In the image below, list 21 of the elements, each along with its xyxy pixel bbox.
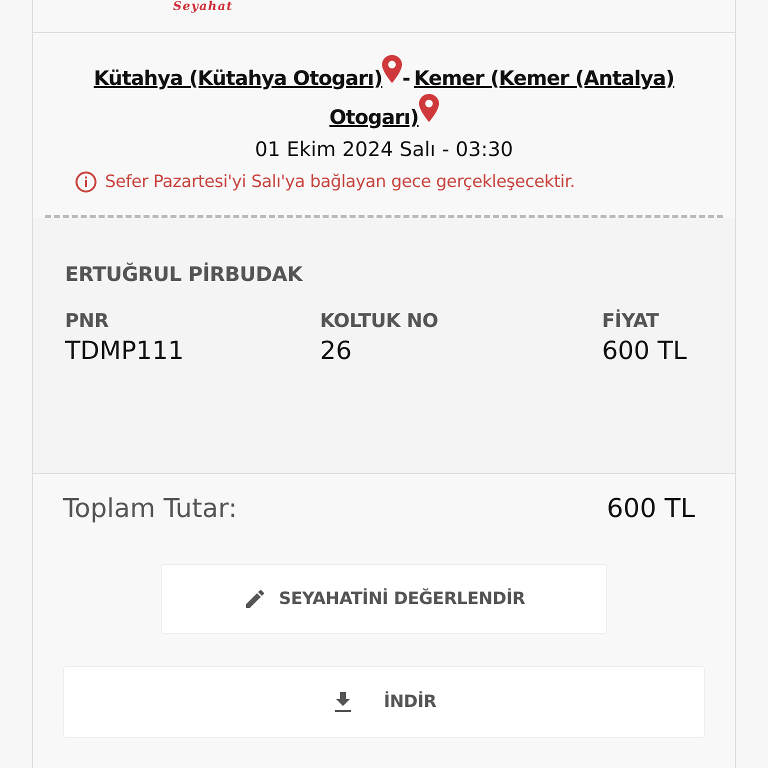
departure-date: 01 Ekim 2024 Salı - 03:30 xyxy=(254,137,514,161)
info-icon xyxy=(75,171,97,193)
logo-text: Seyahat xyxy=(173,0,234,12)
origin-link[interactable]: Kütahya (Kütahya Otogarı) xyxy=(94,66,382,90)
field-value: 600 TL xyxy=(602,336,688,365)
field-label: FİYAT xyxy=(602,310,660,332)
total-label: Toplam Tutar: xyxy=(63,494,238,524)
destination-link[interactable]: Kemer (Kemer (Antalya) xyxy=(414,66,674,90)
download-button[interactable]: İNDİR xyxy=(63,666,705,738)
notice-text: Sefer Pazartesi'yi Salı'ya bağlayan gece gerçekleşecektir. xyxy=(105,172,575,192)
destination-link[interactable]: Otogarı) xyxy=(329,105,419,129)
map-pin-icon xyxy=(382,55,402,83)
field-label: PNR xyxy=(65,310,110,332)
field-value: TDMP111 xyxy=(65,336,185,365)
rate-trip-button[interactable]: SEYAHATİNİ DEĞERLENDİR xyxy=(161,564,607,634)
total-value: 600 TL xyxy=(606,494,695,524)
passenger-name: ERTUĞRUL PİRBUDAK xyxy=(65,262,304,286)
field-value: 26 xyxy=(320,336,353,365)
map-pin-icon xyxy=(418,94,439,122)
field-label: KOLTUK NO xyxy=(320,310,440,332)
route-separator: - xyxy=(402,66,410,90)
